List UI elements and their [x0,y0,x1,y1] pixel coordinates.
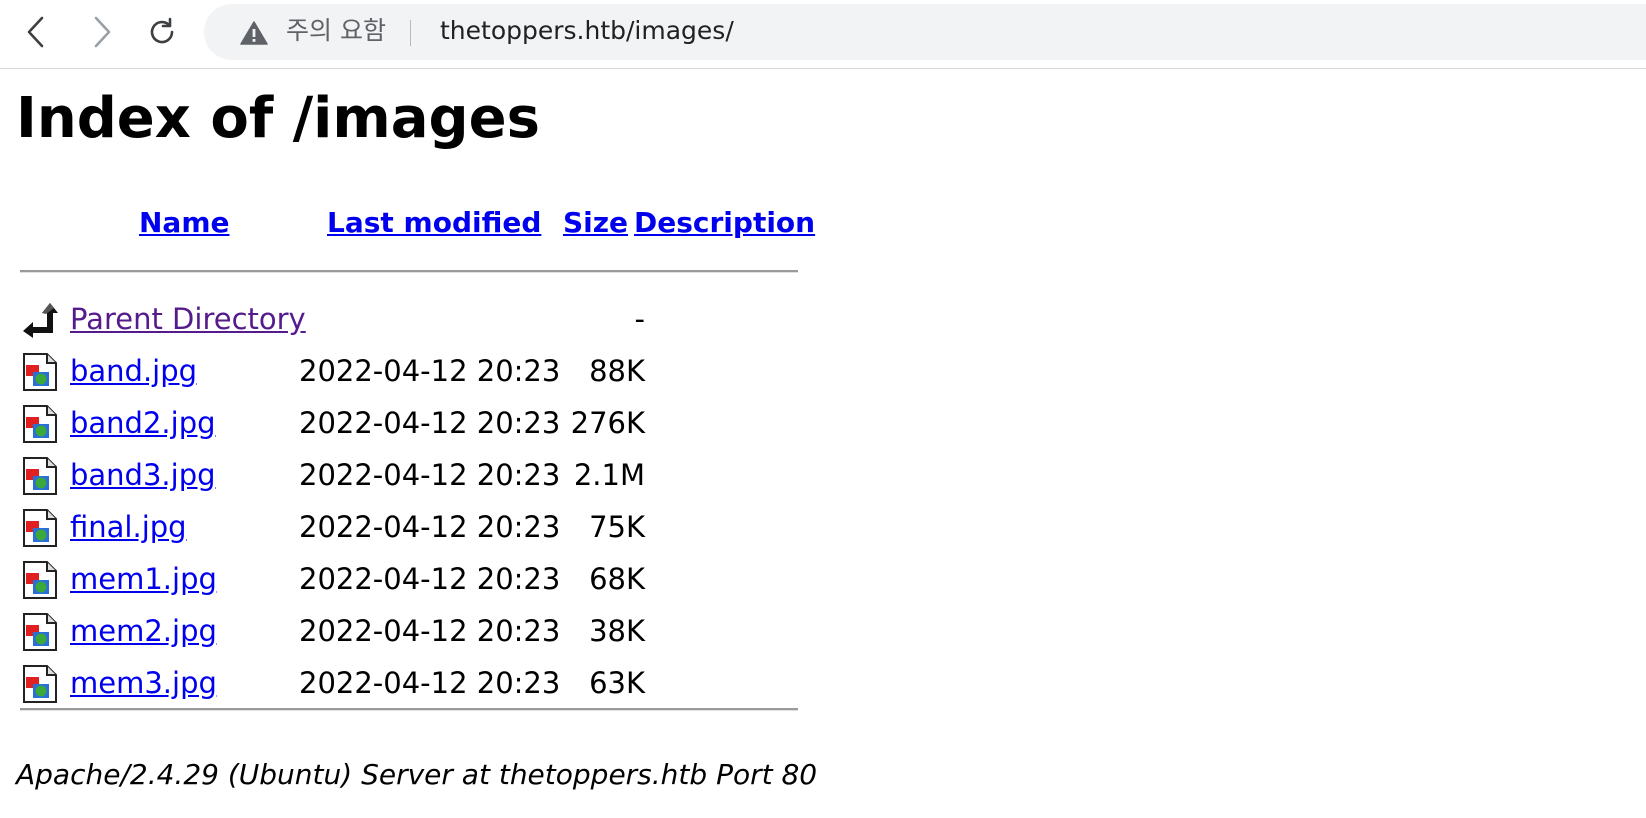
chevron-left-icon [27,16,44,48]
file-modified: 2022-04-12 20:23 [299,510,561,544]
reload-button[interactable] [140,10,184,54]
forward-button[interactable] [80,10,124,54]
file-size: 276K [570,406,645,440]
file-row: band3.jpg 2022-04-12 20:23 2.1M [20,450,800,502]
url-text[interactable]: thetoppers.htb/images/ [440,16,734,46]
sort-by-name-link[interactable]: Name [139,206,230,239]
server-signature: Apache/2.4.29 (Ubuntu) Server at thetopp… [16,758,818,791]
sort-by-description-link[interactable]: Description [634,206,815,239]
image-file-icon [23,353,57,391]
file-link[interactable]: mem1.jpg [70,562,217,596]
footer-divider [20,708,798,711]
image-file-icon [23,561,57,599]
file-modified: 2022-04-12 20:23 [299,562,561,596]
header-divider [20,270,798,273]
file-row: band.jpg 2022-04-12 20:23 88K [20,346,800,398]
address-separator [410,20,411,46]
file-modified: 2022-04-12 20:23 [299,614,561,648]
file-size: 88K [589,354,645,388]
image-file-icon [23,457,57,495]
browser-toolbar: 주의 요함 thetoppers.htb/images/ [0,0,1646,69]
warning-triangle-icon[interactable] [240,21,268,45]
file-row: band2.jpg 2022-04-12 20:23 276K [20,398,800,450]
file-row: mem2.jpg 2022-04-12 20:23 38K [20,606,800,658]
file-size: 2.1M [573,458,645,492]
file-modified: 2022-04-12 20:23 [299,666,561,700]
sort-by-modified-link[interactable]: Last modified [327,206,541,239]
file-size: 75K [589,510,645,544]
file-link[interactable]: band2.jpg [70,406,216,440]
file-row: final.jpg 2022-04-12 20:23 75K [20,502,800,554]
file-size: 68K [589,562,645,596]
page-title: Index of /images [16,86,540,151]
security-warning-label[interactable]: 주의 요함 [286,16,386,46]
reload-icon [150,17,174,44]
parent-size: - [634,302,645,336]
file-modified: 2022-04-12 20:23 [299,406,561,440]
file-link[interactable]: band3.jpg [70,458,216,492]
file-size: 63K [589,666,645,700]
file-rows: Parent Directory - band.jpg 2022-04-12 2… [20,294,800,710]
file-row: mem1.jpg 2022-04-12 20:23 68K [20,554,800,606]
chevron-right-icon [94,16,111,48]
file-link[interactable]: mem3.jpg [70,666,217,700]
back-arrow-icon [23,303,58,338]
parent-directory-link[interactable]: Parent Directory [70,302,306,336]
parent-directory-row: Parent Directory - [20,294,800,346]
image-file-icon [23,405,57,443]
address-bar[interactable]: 주의 요함 thetoppers.htb/images/ [204,4,1646,60]
image-file-icon [23,665,57,703]
sort-by-size-link[interactable]: Size [563,206,628,239]
file-row: mem3.jpg 2022-04-12 20:23 63K [20,658,800,710]
file-modified: 2022-04-12 20:23 [299,354,561,388]
file-link[interactable]: band.jpg [70,354,197,388]
back-button[interactable] [14,10,58,54]
file-modified: 2022-04-12 20:23 [299,458,561,492]
file-link[interactable]: mem2.jpg [70,614,217,648]
page-content: Index of /images Name Last modified Size… [0,69,1646,818]
file-link[interactable]: final.jpg [70,510,187,544]
listing-header: Name Last modified Size Description [20,200,815,250]
directory-listing: Name Last modified Size Description Pare… [20,200,815,711]
image-file-icon [23,509,57,547]
file-size: 38K [589,614,645,648]
image-file-icon [23,613,57,651]
